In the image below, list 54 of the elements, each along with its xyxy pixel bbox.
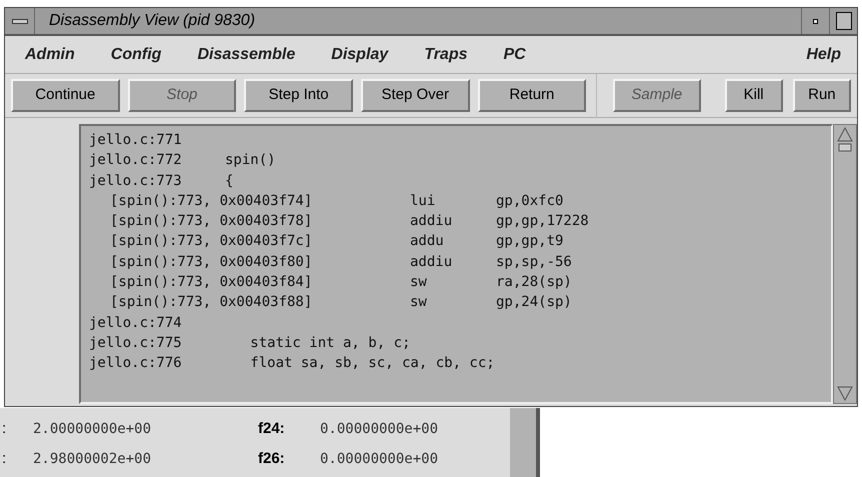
operands: sp,sp,-56 [496, 252, 572, 272]
address-label: [spin():773, 0x00403f80] [110, 252, 314, 272]
operands: gp,24(sp) [496, 293, 572, 312]
opcode: lui [410, 192, 436, 211]
toolbar-button[interactable]: Step Into [244, 79, 353, 112]
source-code: { [225, 172, 234, 191]
address-label: [spin():773, 0x00403f84] [110, 273, 314, 292]
menu-item[interactable]: Display [331, 42, 388, 66]
register-value: 2.98000002e+00 [33, 450, 152, 468]
menu-item[interactable]: Config [110, 42, 162, 66]
opcode: addiu [410, 212, 454, 232]
menu-item[interactable]: Admin [25, 42, 75, 66]
scrollbar [510, 408, 540, 477]
register-label: : [1, 448, 8, 469]
operands: gp,gp,t9 [496, 232, 564, 252]
register-value: 0.00000000e+00 [320, 450, 438, 468]
source-location: jello.c:774 [89, 314, 183, 333]
source-location: jello.c:776 [89, 354, 183, 374]
source-code: static int a, b, c; [249, 334, 410, 353]
toolbar-button[interactable]: Run [792, 79, 851, 112]
toolbar-button[interactable]: Continue [11, 79, 120, 112]
address-label: [spin():773, 0x00403f74] [110, 192, 314, 211]
menu-item[interactable]: Traps [424, 42, 468, 66]
source-location: jello.c:771 [89, 131, 183, 150]
register-label: : [1, 418, 8, 439]
menu-item[interactable]: PC [503, 42, 526, 66]
source-location: jello.c:773 [89, 172, 183, 191]
source-code: spin() [225, 151, 276, 170]
register-value: 0.00000000e+00 [320, 420, 438, 438]
opcode: addiu [410, 252, 454, 272]
register-label: f24: [258, 418, 286, 439]
register-value: 2.00000000e+00 [33, 420, 152, 438]
menu-item[interactable]: Disassemble [197, 42, 296, 66]
toolbar-button[interactable]: Step Over [360, 79, 470, 112]
opcode: sw [410, 293, 428, 312]
source-location: jello.c:775 [89, 334, 183, 353]
toolbar-button[interactable]: Return [478, 79, 586, 112]
scroll-up-icon[interactable] [837, 127, 853, 153]
scrollbar[interactable] [833, 124, 857, 404]
operands: ra,28(sp) [496, 273, 572, 292]
source-code: float sa, sb, sc, ca, cb, cc; [249, 354, 495, 374]
menu-item[interactable]: Help [806, 42, 841, 66]
operands: gp,0xfc0 [496, 192, 564, 211]
scroll-down-icon[interactable] [837, 385, 853, 401]
opcode: addu [410, 232, 445, 252]
register-label: f26: [258, 448, 286, 469]
address-label: [spin():773, 0x00403f88] [110, 293, 314, 312]
source-location: jello.c:772 [89, 151, 183, 170]
opcode: sw [410, 273, 428, 292]
address-label: [spin():773, 0x00403f7c] [110, 232, 314, 252]
address-label: [spin():773, 0x00403f78] [110, 212, 314, 232]
operands: gp,gp,17228 [496, 212, 589, 232]
window-title: Disassembly View (pid 9830) [49, 11, 256, 31]
toolbar-button[interactable]: Kill [724, 79, 783, 112]
